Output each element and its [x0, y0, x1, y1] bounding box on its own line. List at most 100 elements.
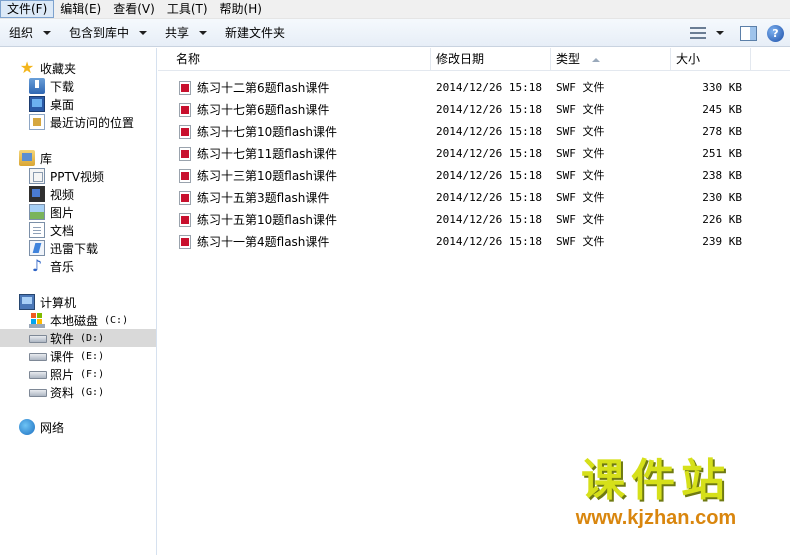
swf-file-icon — [179, 191, 191, 205]
view-options-dropdown[interactable] — [716, 31, 724, 35]
file-type: SWF 文件 — [556, 169, 605, 182]
nav-label: 照片 — [50, 367, 75, 382]
pptv-library-icon — [29, 168, 45, 184]
nav-drive-e[interactable]: 课件 (E:) — [0, 347, 156, 365]
file-type: SWF 文件 — [556, 103, 605, 116]
desktop-icon — [29, 96, 45, 112]
swf-file-icon — [179, 81, 191, 95]
file-size: 251 KB — [702, 147, 742, 160]
file-size: 245 KB — [702, 103, 742, 116]
file-row[interactable]: 练习十二第6题flash课件 2014/12/26 15:18 SWF 文件 3… — [158, 77, 790, 99]
drive-letter: (C:) — [104, 314, 129, 326]
organize-button[interactable]: 组织 — [0, 22, 60, 44]
menu-edit[interactable]: 编辑(E) — [54, 0, 107, 18]
nav-label: 课件 — [50, 349, 75, 364]
nav-label: 收藏夹 — [40, 61, 77, 76]
recent-places-icon — [29, 114, 45, 130]
site-watermark: 课件站 www.kjzhan.com — [538, 454, 774, 530]
nav-drive-g[interactable]: 资料 (G:) — [0, 383, 156, 401]
menu-tools[interactable]: 工具(T) — [161, 0, 214, 18]
file-modified: 2014/12/26 15:18 — [436, 81, 542, 94]
system-drive-icon — [29, 312, 45, 328]
documents-library-icon — [29, 222, 45, 238]
watermark-title: 课件站 — [581, 455, 731, 506]
nav-computer[interactable]: 计算机 — [0, 293, 156, 311]
nav-documents[interactable]: 文档 — [0, 221, 156, 239]
file-row[interactable]: 练习十七第11题flash课件 2014/12/26 15:18 SWF 文件 … — [158, 143, 790, 165]
share-button[interactable]: 共享 — [156, 22, 216, 44]
file-size: 238 KB — [702, 169, 742, 182]
view-options-icon[interactable] — [690, 26, 706, 40]
file-row[interactable]: 练习十五第10题flash课件 2014/12/26 15:18 SWF 文件 … — [158, 209, 790, 231]
file-name: 练习十五第3题flash课件 — [197, 191, 330, 205]
hard-drive-icon — [29, 330, 47, 346]
chevron-down-icon — [199, 30, 208, 35]
nav-thunder-downloads[interactable]: 迅雷下载 — [0, 239, 156, 257]
nav-label: 最近访问的位置 — [50, 115, 135, 130]
nav-pictures[interactable]: 图片 — [0, 203, 156, 221]
thunder-download-icon — [29, 240, 45, 256]
nav-label: 软件 — [50, 331, 75, 346]
file-modified: 2014/12/26 15:18 — [436, 169, 542, 182]
column-header-modified[interactable]: 修改日期 — [431, 48, 551, 71]
swf-file-icon — [179, 235, 191, 249]
column-header-type[interactable]: 类型 — [551, 48, 671, 71]
file-name: 练习十三第10题flash课件 — [197, 169, 338, 183]
nav-favorites[interactable]: ★ 收藏夹 — [0, 59, 156, 77]
file-name: 练习十七第6题flash课件 — [197, 103, 330, 117]
new-folder-label: 新建文件夹 — [225, 26, 286, 40]
file-type: SWF 文件 — [556, 81, 605, 94]
menu-file[interactable]: 文件(F) — [0, 0, 55, 18]
drive-letter: (E:) — [80, 350, 105, 362]
nav-libraries[interactable]: 库 — [0, 149, 156, 167]
column-label: 大小 — [676, 52, 701, 66]
new-folder-button[interactable]: 新建文件夹 — [216, 22, 294, 44]
file-name: 练习十一第4题flash课件 — [197, 235, 330, 249]
file-type: SWF 文件 — [556, 235, 605, 248]
nav-label: 桌面 — [50, 97, 75, 112]
file-row[interactable]: 练习十七第6题flash课件 2014/12/26 15:18 SWF 文件 2… — [158, 99, 790, 121]
file-size: 230 KB — [702, 191, 742, 204]
swf-file-icon — [179, 147, 191, 161]
drive-letter: (F:) — [80, 368, 105, 380]
file-row[interactable]: 练习十一第4题flash课件 2014/12/26 15:18 SWF 文件 2… — [158, 231, 790, 253]
share-label: 共享 — [165, 26, 190, 40]
file-name: 练习十二第6题flash课件 — [197, 81, 330, 95]
hard-drive-icon — [29, 348, 47, 364]
nav-drive-f[interactable]: 照片 (F:) — [0, 365, 156, 383]
file-name: 练习十五第10题flash课件 — [197, 213, 338, 227]
swf-file-icon — [179, 213, 191, 227]
swf-file-icon — [179, 125, 191, 139]
nav-desktop[interactable]: 桌面 — [0, 95, 156, 113]
include-in-library-button[interactable]: 包含到库中 — [60, 22, 156, 44]
nav-pptv-video[interactable]: PPTV视频 — [0, 167, 156, 185]
file-modified: 2014/12/26 15:18 — [436, 147, 542, 160]
nav-downloads[interactable]: 下载 — [0, 77, 156, 95]
menu-help[interactable]: 帮助(H) — [214, 0, 268, 18]
preview-pane-icon[interactable] — [740, 25, 757, 41]
nav-music[interactable]: ♪ 音乐 — [0, 257, 156, 275]
file-row[interactable]: 练习十五第3题flash课件 2014/12/26 15:18 SWF 文件 2… — [158, 187, 790, 209]
computer-icon — [19, 294, 35, 310]
help-icon[interactable]: ? — [767, 24, 784, 42]
library-icon — [19, 150, 35, 166]
menu-view[interactable]: 查看(V) — [107, 0, 161, 18]
nav-drive-d[interactable]: 软件 (D:) — [0, 329, 156, 347]
nav-videos[interactable]: 视频 — [0, 185, 156, 203]
download-folder-icon — [29, 78, 45, 94]
column-header-row: 名称 修改日期 类型 大小 — [158, 48, 790, 71]
file-size: 278 KB — [702, 125, 742, 138]
nav-drive-c[interactable]: 本地磁盘 (C:) — [0, 311, 156, 329]
swf-file-icon — [179, 169, 191, 183]
file-row[interactable]: 练习十三第10题flash课件 2014/12/26 15:18 SWF 文件 … — [158, 165, 790, 187]
file-modified: 2014/12/26 15:18 — [436, 103, 542, 116]
column-header-size[interactable]: 大小 — [671, 48, 751, 71]
nav-recent-places[interactable]: 最近访问的位置 — [0, 113, 156, 131]
file-row[interactable]: 练习十七第10题flash课件 2014/12/26 15:18 SWF 文件 … — [158, 121, 790, 143]
nav-label: 视频 — [50, 187, 75, 202]
navigation-pane: ★ 收藏夹 下载 桌面 最近访问的位置 库 PPTV视频 视频 图片 文档 迅雷… — [0, 48, 157, 555]
nav-network[interactable]: 网络 — [0, 418, 156, 436]
nav-label: 网络 — [40, 420, 65, 435]
nav-label: 文档 — [50, 223, 75, 238]
column-header-name[interactable]: 名称 — [171, 48, 431, 71]
